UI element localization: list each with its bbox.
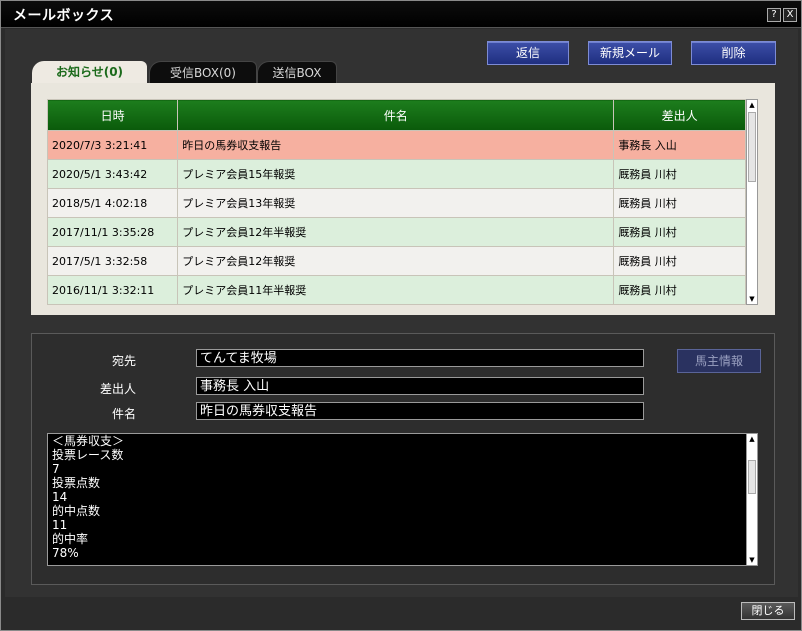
- body-line: ＜馬券収支＞: [52, 434, 125, 448]
- table-row[interactable]: 2017/5/1 3:32:58 プレミア会員12年報奨 厩務員 川村: [46, 246, 746, 276]
- scroll-thumb[interactable]: [748, 112, 756, 182]
- row-sender: 厩務員 川村: [613, 188, 746, 218]
- tab-inbox[interactable]: 受信BOX(0): [149, 61, 257, 84]
- table-row[interactable]: 2020/7/3 3:21:41 昨日の馬券収支報告 事務長 入山: [46, 130, 746, 160]
- scroll-down-arrow-icon[interactable]: ▼: [747, 294, 757, 304]
- row-date: 2020/5/1 3:43:42: [46, 159, 179, 189]
- table-row[interactable]: 2018/5/1 4:02:18 プレミア会員13年報奨 厩務員 川村: [46, 188, 746, 218]
- title-bar: メールボックス ? X: [1, 1, 801, 28]
- row-sender: 厩務員 川村: [613, 217, 746, 247]
- message-body-scrollbar[interactable]: ▲ ▼: [746, 433, 758, 566]
- subject-field: 昨日の馬券収支報告: [196, 402, 644, 420]
- row-date: 2017/11/1 3:35:28: [46, 217, 179, 247]
- row-sender: 厩務員 川村: [613, 275, 746, 305]
- body-line: 的中率: [52, 532, 89, 546]
- mail-list-scrollbar[interactable]: ▲ ▼: [746, 99, 758, 305]
- body-line: 14: [52, 490, 68, 504]
- row-sender: 厩務員 川村: [613, 246, 746, 276]
- owner-info-button[interactable]: 馬主情報: [677, 349, 761, 373]
- reply-button[interactable]: 返信: [487, 41, 569, 65]
- column-header-subject[interactable]: 件名: [177, 99, 615, 131]
- tab-notices[interactable]: お知らせ(0): [32, 61, 147, 84]
- close-button[interactable]: 閉じる: [741, 602, 795, 620]
- row-date: 2016/11/1 3:32:11: [46, 275, 179, 305]
- body-line: 11: [52, 518, 68, 532]
- row-date: 2020/7/3 3:21:41: [46, 130, 179, 160]
- table-row[interactable]: 2016/11/1 3:32:11 プレミア会員11年半報奨 厩務員 川村: [46, 275, 746, 305]
- message-body: ＜馬券収支＞ 投票レース数 7 投票点数 14 的中点数 11 的中率 78%: [47, 433, 747, 566]
- new-mail-button[interactable]: 新規メール: [588, 41, 672, 65]
- row-subject: プレミア会員15年報奨: [177, 159, 615, 189]
- mailbox-window: メールボックス ? X 返信 新規メール 削除 お知らせ(0) 受信BOX(0)…: [0, 0, 802, 631]
- window-title: メールボックス: [13, 8, 115, 24]
- tab-sent[interactable]: 送信BOX: [257, 61, 337, 84]
- column-header-date[interactable]: 日時: [46, 99, 179, 131]
- row-subject: プレミア会員11年半報奨: [177, 275, 615, 305]
- subject-label: 件名: [111, 407, 136, 421]
- table-row[interactable]: 2017/11/1 3:35:28 プレミア会員12年半報奨 厩務員 川村: [46, 217, 746, 247]
- body-line: 的中点数: [52, 504, 101, 518]
- row-subject: 昨日の馬券収支報告: [177, 130, 615, 160]
- from-field: 事務長 入山: [196, 377, 644, 395]
- row-subject: プレミア会員12年報奨: [177, 246, 615, 276]
- from-label: 差出人: [99, 382, 136, 396]
- row-date: 2017/5/1 3:32:58: [46, 246, 179, 276]
- body-line: 投票レース数: [52, 448, 124, 462]
- mail-list-table: 日時 件名 差出人 2020/7/3 3:21:41 昨日の馬券収支報告 事務長…: [46, 99, 746, 305]
- help-button[interactable]: ?: [767, 8, 781, 22]
- scroll-thumb[interactable]: [748, 460, 756, 494]
- delete-button[interactable]: 削除: [691, 41, 776, 65]
- to-label: 宛先: [111, 354, 136, 368]
- table-header-row: 日時 件名 差出人: [46, 99, 746, 131]
- row-sender: 厩務員 川村: [613, 159, 746, 189]
- close-x-button[interactable]: X: [783, 8, 797, 22]
- scroll-down-arrow-icon[interactable]: ▼: [747, 555, 757, 565]
- body-line: 投票点数: [52, 476, 101, 490]
- row-sender: 事務長 入山: [613, 130, 746, 160]
- row-date: 2018/5/1 4:02:18: [46, 188, 179, 218]
- body-line: 78%: [52, 546, 79, 560]
- scroll-up-arrow-icon[interactable]: ▲: [747, 100, 757, 110]
- column-header-sender[interactable]: 差出人: [613, 99, 746, 131]
- body-line: 7: [52, 462, 60, 476]
- row-subject: プレミア会員13年報奨: [177, 188, 615, 218]
- to-field: てんてま牧場: [196, 349, 644, 367]
- scroll-up-arrow-icon[interactable]: ▲: [747, 434, 757, 444]
- table-row[interactable]: 2020/5/1 3:43:42 プレミア会員15年報奨 厩務員 川村: [46, 159, 746, 189]
- row-subject: プレミア会員12年半報奨: [177, 217, 615, 247]
